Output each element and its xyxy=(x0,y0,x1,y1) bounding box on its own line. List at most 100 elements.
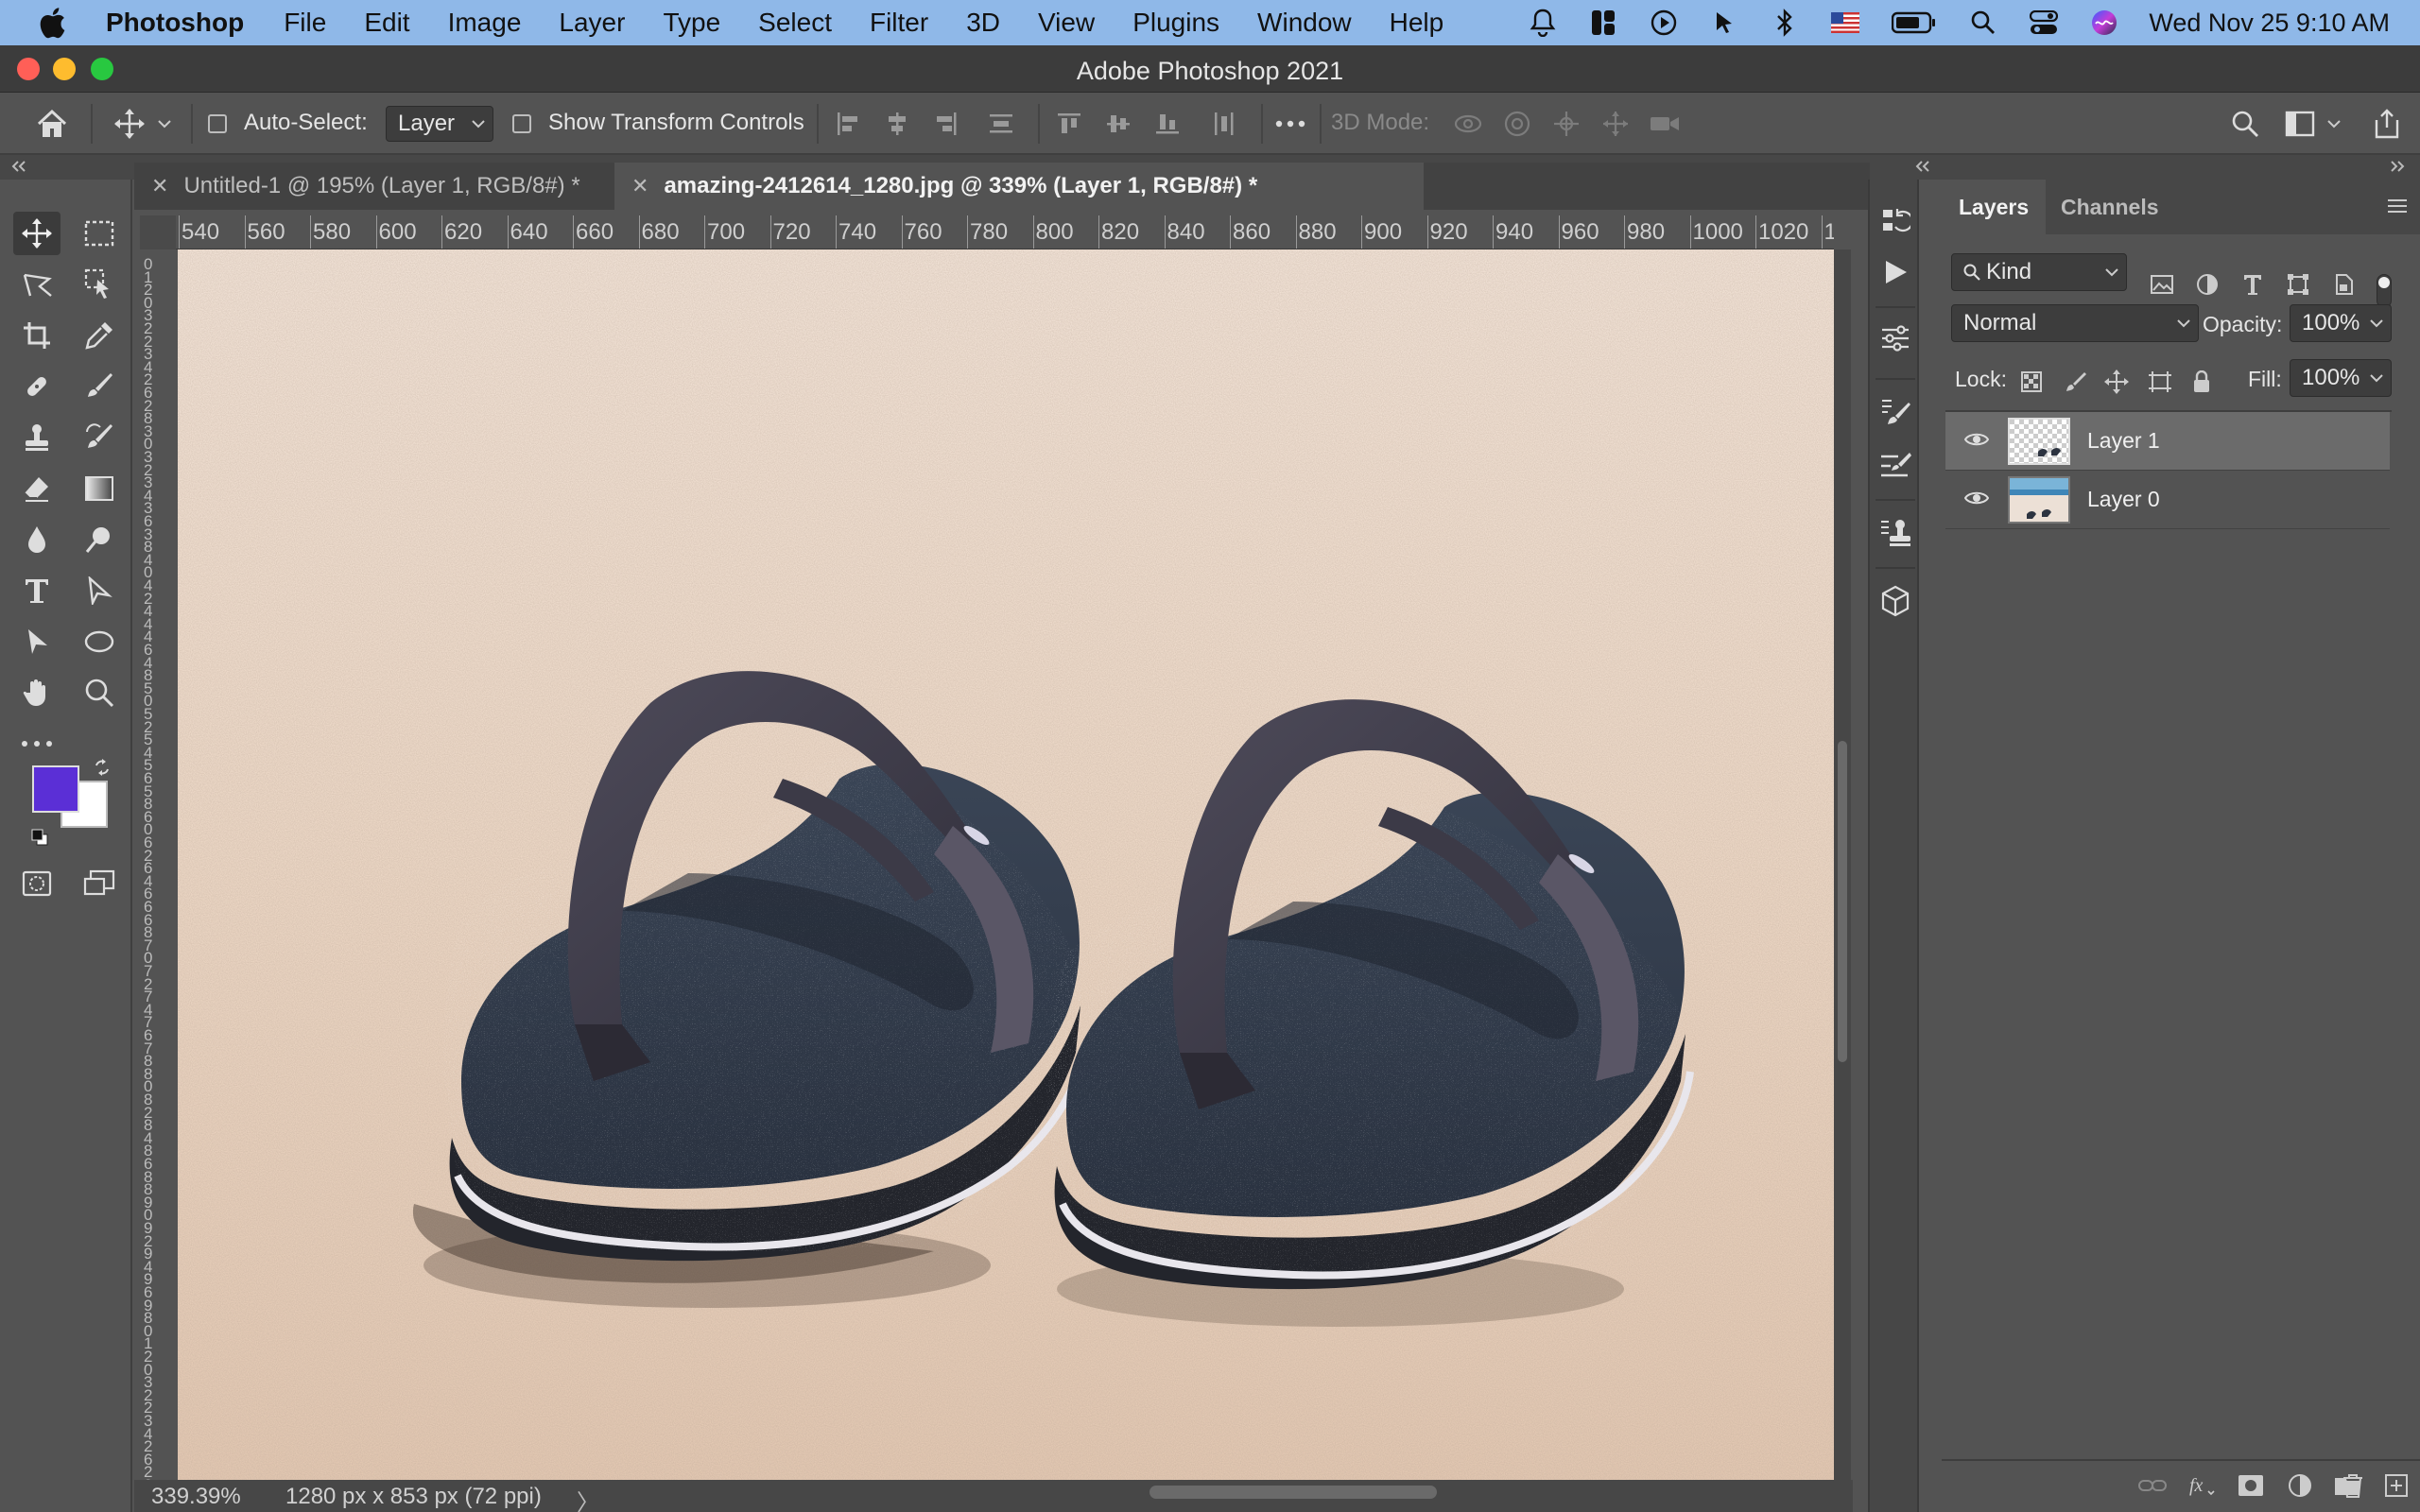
lock-position-icon[interactable] xyxy=(2102,368,2131,396)
search-icon[interactable] xyxy=(2227,106,2263,142)
horizontal-scroll-thumb[interactable] xyxy=(1150,1486,1437,1499)
align-top-edges-icon[interactable] xyxy=(1051,106,1087,142)
siri-icon[interactable] xyxy=(2088,7,2120,39)
blend-mode-dropdown[interactable]: Normal xyxy=(1951,304,2199,342)
menu-file[interactable]: File xyxy=(284,8,326,38)
type-tool-icon[interactable] xyxy=(13,569,60,612)
menu-window[interactable]: Window xyxy=(1257,8,1352,38)
share-icon[interactable] xyxy=(2369,106,2405,142)
opacity-input[interactable]: 100% xyxy=(2290,304,2392,342)
filter-adjustment-layers-icon[interactable] xyxy=(2193,270,2221,299)
layer-row-layer-0[interactable]: Layer 0 xyxy=(1945,471,2390,529)
distribute-horizontal-icon[interactable] xyxy=(1206,106,1242,142)
vertical-ruler[interactable]: 0120322342628303234363840424446485052545… xyxy=(140,249,176,1480)
auto-select-dropdown[interactable]: Layer xyxy=(386,106,493,142)
lock-image-pixels-icon[interactable] xyxy=(2061,368,2089,396)
3d-slide-icon[interactable] xyxy=(1598,106,1634,142)
history-brush-tool-icon[interactable] xyxy=(76,416,123,459)
clone-source-icon[interactable] xyxy=(1876,514,1914,552)
add-mask-icon[interactable] xyxy=(2235,1469,2267,1502)
move-tool-preset-icon[interactable] xyxy=(112,106,147,142)
filter-type-layers-icon[interactable] xyxy=(2238,270,2267,299)
tab-layers[interactable]: Layers xyxy=(1942,180,2047,234)
ellipse-tool-icon[interactable] xyxy=(76,620,123,663)
screen-mode-icon[interactable] xyxy=(76,862,123,905)
layer-style-fx-icon[interactable]: fx xyxy=(2186,1469,2218,1502)
battery-icon[interactable] xyxy=(1890,7,1939,39)
close-tab-icon[interactable]: ✕ xyxy=(631,174,648,198)
collapse-toolbar-icon[interactable] xyxy=(9,159,28,174)
3d-pan-icon[interactable] xyxy=(1548,106,1584,142)
menubar-clock[interactable]: Wed Nov 25 9:10 AM xyxy=(2149,9,2390,38)
3d-panel-icon[interactable] xyxy=(1876,582,1914,620)
align-bottom-edges-icon[interactable] xyxy=(1150,106,1185,142)
workspace-switcher-icon[interactable] xyxy=(2282,106,2318,142)
fill-input[interactable]: 100% xyxy=(2290,359,2392,397)
bluetooth-icon[interactable] xyxy=(1769,7,1801,39)
mouse-pointer-status-icon[interactable] xyxy=(1708,7,1740,39)
menu-view[interactable]: View xyxy=(1038,8,1095,38)
visibility-eye-icon[interactable] xyxy=(1964,431,1989,448)
brush-settings-icon[interactable] xyxy=(1876,393,1914,431)
filter-toggle-switch[interactable] xyxy=(2377,274,2392,308)
ruler-origin[interactable] xyxy=(140,215,176,249)
home-icon[interactable] xyxy=(34,106,70,142)
menu-plugins[interactable]: Plugins xyxy=(1132,8,1219,38)
visibility-eye-icon[interactable] xyxy=(1964,490,1989,507)
tool-presets-icon[interactable] xyxy=(1876,446,1914,484)
brush-tool-icon[interactable] xyxy=(76,365,123,408)
notification-bell-icon[interactable] xyxy=(1527,7,1559,39)
zoom-level[interactable]: 339.39% xyxy=(151,1484,241,1510)
actions-panel-icon[interactable] xyxy=(1876,253,1914,291)
chevron-down-icon[interactable] xyxy=(155,106,174,142)
filter-smart-objects-icon[interactable] xyxy=(2329,270,2358,299)
filter-pixel-layers-icon[interactable] xyxy=(2148,270,2176,299)
show-transform-checkbox[interactable] xyxy=(512,114,531,133)
default-colors-icon[interactable] xyxy=(30,828,49,847)
lock-all-icon[interactable] xyxy=(2187,368,2216,396)
auto-select-checkbox[interactable] xyxy=(208,114,227,133)
path-selection-tool-icon[interactable] xyxy=(76,569,123,612)
layer-filter-dropdown[interactable]: Kind xyxy=(1951,253,2127,291)
menu-image[interactable]: Image xyxy=(448,8,522,38)
menu-3d[interactable]: 3D xyxy=(966,8,1000,38)
menu-filter[interactable]: Filter xyxy=(870,8,928,38)
edit-toolbar-icon[interactable] xyxy=(13,722,60,765)
crop-tool-icon[interactable] xyxy=(13,314,60,357)
filter-shape-layers-icon[interactable] xyxy=(2284,270,2312,299)
menu-select[interactable]: Select xyxy=(758,8,832,38)
link-layers-icon[interactable] xyxy=(2136,1469,2169,1502)
apple-menu-icon[interactable] xyxy=(38,7,76,39)
tab-amazing-jpg[interactable]: ✕ amazing-2412614_1280.jpg @ 339% (Layer… xyxy=(614,163,1424,210)
panel-menu-icon[interactable] xyxy=(2386,197,2409,215)
zoom-tool-icon[interactable] xyxy=(76,671,123,714)
gradient-tool-icon[interactable] xyxy=(76,467,123,510)
menu-edit[interactable]: Edit xyxy=(364,8,409,38)
lock-transparent-pixels-icon[interactable] xyxy=(2017,368,2046,396)
menu-help[interactable]: Help xyxy=(1390,8,1444,38)
distribute-vertical-icon[interactable] xyxy=(983,106,1019,142)
blur-tool-icon[interactable] xyxy=(13,518,60,561)
chevron-down-icon[interactable] xyxy=(2324,106,2344,142)
tab-channels[interactable]: Channels xyxy=(2044,180,2176,234)
object-selection-tool-icon[interactable] xyxy=(76,263,123,306)
direct-selection-tool-icon[interactable] xyxy=(13,620,60,663)
lasso-tool-icon[interactable] xyxy=(13,263,60,306)
collapse-dock-icon[interactable] xyxy=(1913,159,1932,174)
quick-mask-icon[interactable] xyxy=(13,862,60,905)
align-vertical-centers-icon[interactable] xyxy=(1100,106,1136,142)
new-adjustment-layer-icon[interactable] xyxy=(2284,1469,2316,1502)
menu-app-name[interactable]: Photoshop xyxy=(106,8,244,38)
3d-video-camera-icon[interactable] xyxy=(1647,106,1683,142)
window-layout-icon[interactable] xyxy=(1587,7,1619,39)
foreground-color-swatch[interactable] xyxy=(32,765,79,813)
control-center-icon[interactable] xyxy=(2028,7,2060,39)
expand-panels-icon[interactable] xyxy=(2388,159,2407,174)
menu-type[interactable]: Type xyxy=(663,8,720,38)
spot-healing-brush-tool-icon[interactable] xyxy=(13,365,60,408)
rectangular-marquee-tool-icon[interactable] xyxy=(76,212,123,255)
layer-name[interactable]: Layer 0 xyxy=(2087,487,2160,512)
align-right-edges-icon[interactable] xyxy=(928,106,964,142)
status-menu-arrow[interactable]: 〉 xyxy=(577,1484,599,1512)
eraser-tool-icon[interactable] xyxy=(13,467,60,510)
